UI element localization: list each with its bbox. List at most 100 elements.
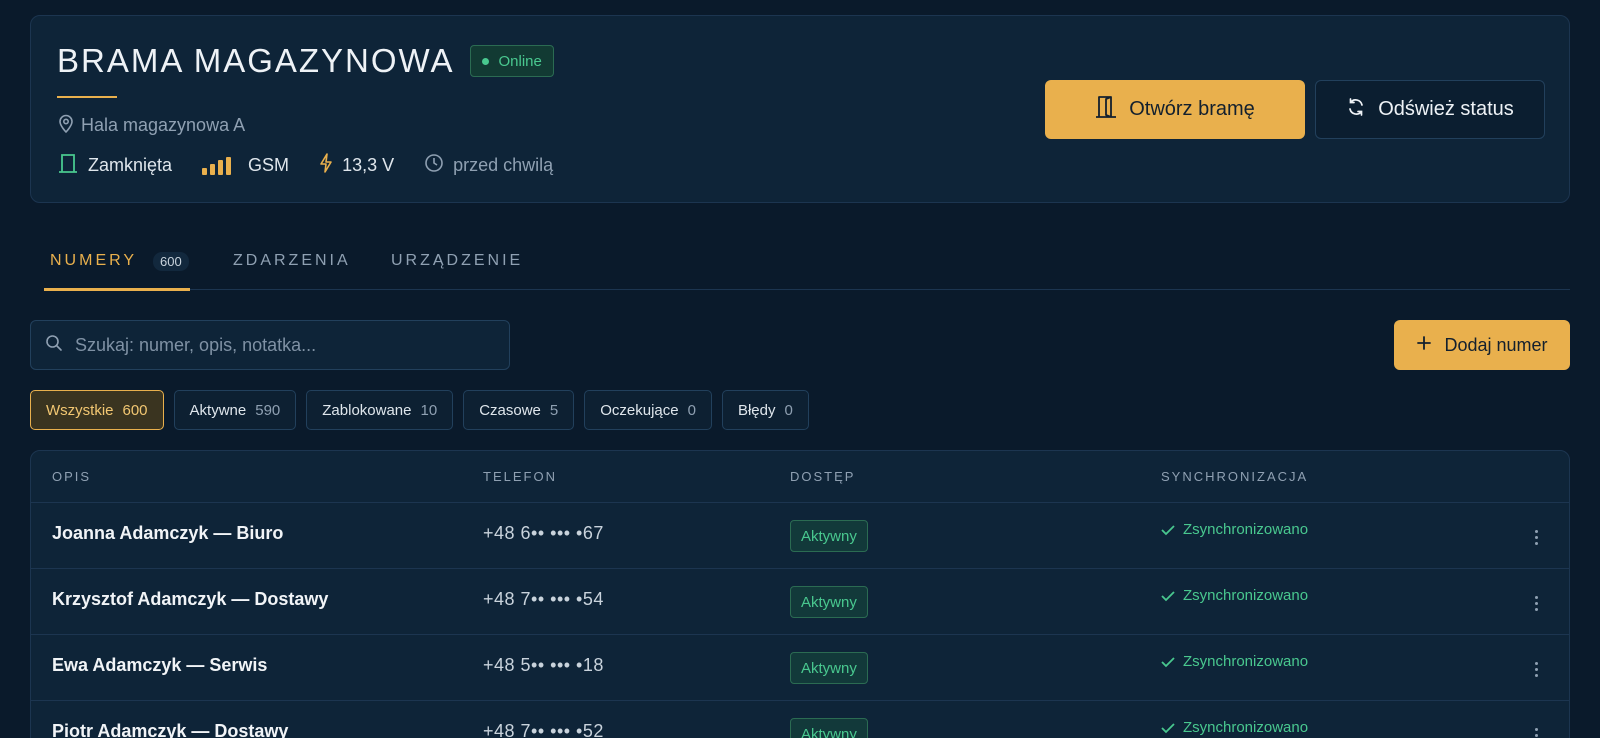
tab-device-label: URZĄDZENIE bbox=[391, 252, 524, 269]
refresh-status-label: Odśwież status bbox=[1378, 98, 1514, 120]
search-field bbox=[30, 320, 510, 370]
table-row[interactable]: Joanna Adamczyk — Biuro +48 6•• ••• •67 … bbox=[31, 503, 1569, 569]
location: Hala magazynowa A bbox=[57, 113, 245, 138]
sync-status: Zsynchronizowano bbox=[1161, 587, 1308, 604]
tab-device[interactable]: URZĄDZENIE bbox=[385, 232, 529, 290]
check-icon bbox=[1161, 524, 1175, 535]
status-badge-label: Online bbox=[498, 52, 542, 70]
numbers-table: OPIS TELEFON DOSTĘP SYNCHRONIZACJA Joann… bbox=[30, 450, 1570, 738]
check-icon bbox=[1161, 590, 1175, 601]
voltage: 13,3 V bbox=[319, 153, 394, 178]
sync-status: Zsynchronizowano bbox=[1161, 653, 1308, 670]
refresh-status-button[interactable]: Odśwież status bbox=[1315, 80, 1545, 139]
check-icon bbox=[1161, 656, 1175, 667]
search-icon bbox=[45, 334, 63, 357]
table-header: OPIS TELEFON DOSTĘP SYNCHRONIZACJA bbox=[31, 451, 1569, 503]
check-icon bbox=[1161, 722, 1175, 733]
table-row[interactable]: Ewa Adamczyk — Serwis +48 5•• ••• •18 Ak… bbox=[31, 635, 1569, 701]
signal-bars-icon bbox=[202, 156, 232, 175]
row-phone: +48 7•• ••• •54 bbox=[483, 589, 604, 609]
signal-state: GSM bbox=[202, 155, 289, 176]
access-badge: Aktywny bbox=[790, 652, 868, 684]
filter-count: 5 bbox=[549, 401, 559, 419]
sync-status-label: Zsynchronizowano bbox=[1183, 653, 1309, 670]
row-menu-icon[interactable] bbox=[1529, 591, 1543, 615]
filter-blocked[interactable]: Zablokowane 10 bbox=[306, 390, 454, 430]
sync-status-label: Zsynchronizowano bbox=[1183, 587, 1309, 604]
row-description: Krzysztof Adamczyk — Dostawy bbox=[52, 589, 329, 609]
filter-errors[interactable]: Błędy 0 bbox=[721, 390, 809, 430]
plus-icon bbox=[1416, 335, 1432, 356]
filter-count: 10 bbox=[420, 401, 438, 419]
tab-numbers[interactable]: NUMERY 600 bbox=[44, 232, 190, 291]
row-menu-icon[interactable] bbox=[1529, 525, 1543, 549]
title-row: BRAMA MAGAZYNOWA Online bbox=[57, 42, 554, 80]
lightning-icon bbox=[319, 153, 333, 178]
filter-label: Czasowe bbox=[479, 401, 541, 419]
column-header-description[interactable]: OPIS bbox=[52, 469, 91, 484]
filter-label: Zablokowane bbox=[322, 401, 412, 419]
sync-status-label: Zsynchronizowano bbox=[1183, 521, 1309, 538]
row-description: Joanna Adamczyk — Biuro bbox=[52, 523, 284, 543]
table-row[interactable]: Krzysztof Adamczyk — Dostawy +48 7•• •••… bbox=[31, 569, 1569, 635]
filter-count: 0 bbox=[687, 401, 696, 419]
sync-status: Zsynchronizowano bbox=[1161, 719, 1308, 736]
last-update-label: przed chwilą bbox=[453, 155, 554, 175]
row-phone: +48 7•• ••• •52 bbox=[483, 721, 604, 738]
access-badge: Aktywny bbox=[790, 718, 868, 738]
filter-count: 600 bbox=[122, 401, 148, 419]
status-badge: Online bbox=[470, 45, 554, 77]
row-description: Ewa Adamczyk — Serwis bbox=[52, 655, 268, 675]
filter-label: Błędy bbox=[737, 401, 776, 419]
voltage-label: 13,3 V bbox=[342, 155, 395, 175]
row-description: Piotr Adamczyk — Dostawy bbox=[52, 721, 289, 738]
map-pin-icon bbox=[57, 113, 75, 138]
page-title: BRAMA MAGAZYNOWA bbox=[57, 42, 455, 79]
filter-pending[interactable]: Oczekujące 0 bbox=[584, 390, 712, 430]
access-badge: Aktywny bbox=[790, 520, 868, 552]
clock-icon bbox=[424, 153, 444, 178]
filter-chips: Wszystkie 600 Aktywne 590 Zablokowane 10… bbox=[30, 390, 809, 430]
filter-all[interactable]: Wszystkie 600 bbox=[30, 390, 164, 430]
signal-type-label: GSM bbox=[248, 155, 290, 175]
gate-header-card: BRAMA MAGAZYNOWA Online Hala magazynowa … bbox=[30, 15, 1570, 203]
tab-numbers-count: 600 bbox=[153, 251, 189, 271]
online-dot-icon bbox=[482, 57, 490, 65]
tab-bar: NUMERY 600 ZDARZENIA URZĄDZENIE bbox=[44, 232, 1570, 291]
location-label: Hala magazynowa A bbox=[81, 115, 246, 135]
column-header-sync[interactable]: SYNCHRONIZACJA bbox=[1161, 469, 1308, 484]
row-menu-icon[interactable] bbox=[1529, 723, 1543, 738]
column-header-phone[interactable]: TELEFON bbox=[483, 469, 557, 484]
refresh-icon bbox=[1346, 97, 1366, 123]
filter-label: Wszystkie bbox=[46, 401, 114, 419]
tab-events[interactable]: ZDARZENIA bbox=[227, 232, 357, 290]
search-input[interactable] bbox=[75, 334, 495, 356]
row-phone: +48 5•• ••• •18 bbox=[483, 655, 604, 675]
open-gate-label: Otwórz bramę bbox=[1129, 98, 1255, 120]
add-number-button[interactable]: Dodaj numer bbox=[1394, 320, 1570, 370]
access-badge: Aktywny bbox=[790, 586, 868, 618]
open-gate-button[interactable]: Otwórz bramę bbox=[1045, 80, 1305, 139]
add-number-label: Dodaj numer bbox=[1444, 334, 1548, 355]
column-header-access[interactable]: DOSTĘP bbox=[790, 469, 855, 484]
filter-count: 590 bbox=[255, 401, 281, 419]
gate-page: BRAMA MAGAZYNOWA Online Hala magazynowa … bbox=[0, 0, 1600, 738]
tab-events-label: ZDARZENIA bbox=[233, 252, 351, 269]
filter-temporary[interactable]: Czasowe 5 bbox=[463, 390, 575, 430]
sync-status-label: Zsynchronizowano bbox=[1183, 719, 1309, 736]
row-phone: +48 6•• ••• •67 bbox=[483, 523, 604, 543]
filter-label: Oczekujące bbox=[600, 401, 679, 419]
door-state-label: Zamknięta bbox=[88, 155, 173, 175]
filter-count: 0 bbox=[784, 401, 793, 419]
row-menu-icon[interactable] bbox=[1529, 657, 1543, 681]
tab-numbers-label: NUMERY bbox=[50, 252, 138, 269]
door-state: Zamknięta bbox=[57, 152, 172, 179]
filter-label: Aktywne bbox=[189, 401, 247, 419]
last-update: przed chwilą bbox=[424, 153, 553, 178]
status-row: Zamknięta GSM 13,3 V przed chwilą bbox=[57, 152, 583, 179]
table-row[interactable]: Piotr Adamczyk — Dostawy +48 7•• ••• •52… bbox=[31, 701, 1569, 738]
filter-active[interactable]: Aktywne 590 bbox=[173, 390, 297, 430]
door-open-icon bbox=[1095, 95, 1117, 125]
door-icon bbox=[57, 152, 79, 179]
title-underline bbox=[57, 96, 117, 98]
